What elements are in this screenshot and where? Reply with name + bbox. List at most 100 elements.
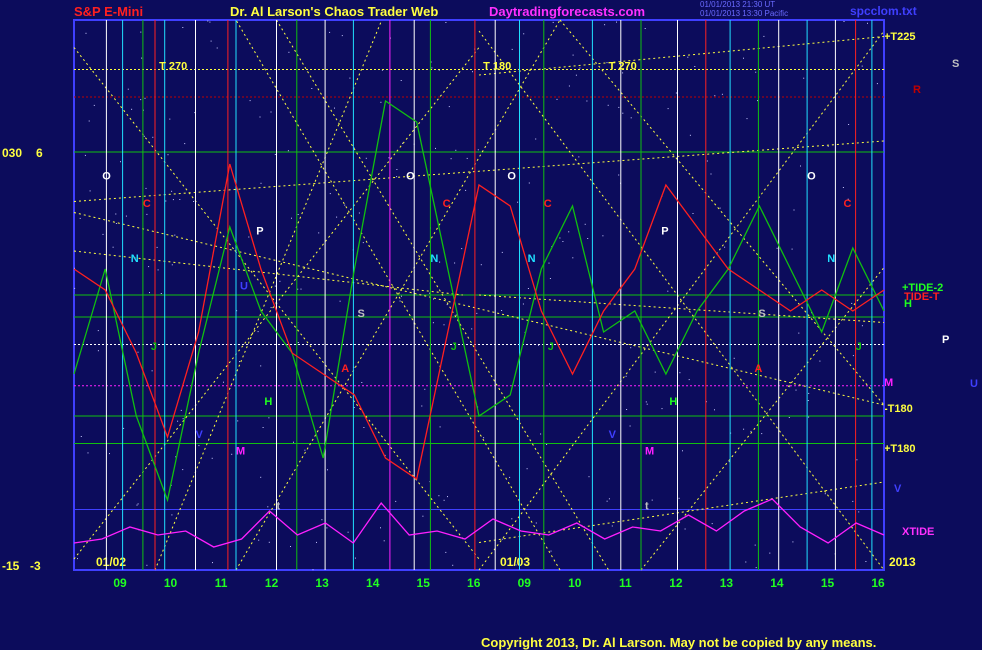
planet-glyph: P [256,226,263,238]
star-dot [861,325,863,327]
x-tick-label: 12 [669,576,683,590]
star-dot [433,298,434,300]
star-dot [750,430,752,432]
planet-glyph: A [341,363,349,375]
x-tick-labels: 09 10 11 12 13 14 15 16 09 10 11 12 13 14 15 16 [113,576,885,590]
star-dot [743,57,744,59]
star-dot [136,504,138,506]
star-dot [312,569,314,571]
x-tick-label: 15 [821,576,835,590]
star-dot [843,21,845,22]
star-dot [137,351,139,353]
star-dot [522,303,524,305]
star-dot [515,564,517,566]
planet-glyph: A [754,363,762,375]
star-dot [74,287,76,289]
star-dot [146,213,148,215]
x-tick-label: 11 [619,576,632,590]
star-dot [396,176,398,178]
star-dot [724,246,726,248]
star-dot [125,215,127,217]
star-dot [321,519,323,521]
x-tick-label: 09 [113,576,127,590]
star-dot [445,551,447,553]
star-dot [661,408,663,410]
star-dot [171,514,173,516]
star-dot [549,383,550,385]
planet-glyph: U [240,281,248,293]
planet-glyph: J [856,341,862,353]
star-dot [212,562,213,564]
star-dot [550,550,552,552]
x-tick-label: 10 [568,576,582,590]
star-dot [388,157,390,159]
star-dot [455,149,457,151]
planet-glyph: J [548,341,554,353]
star-dot [336,216,338,218]
star-dot [149,292,150,294]
star-dot [579,67,581,69]
star-dot [77,558,78,560]
star-dot [586,100,588,102]
star-dot [257,331,259,333]
star-dot [223,381,224,383]
star-dot [687,56,689,58]
star-dot [231,453,233,455]
star-dot [177,420,179,422]
x-tick-label: 14 [366,576,380,590]
star-dot [216,47,218,49]
x-tick-label: 13 [315,576,329,590]
star-dot [452,564,454,566]
star-dot [568,231,570,233]
planet-glyph: T 270 [159,61,187,73]
x-tick-label: 15 [417,576,431,590]
star-dot [174,234,176,236]
planet-glyph: T 180 [483,61,511,73]
star-dot [876,83,878,85]
star-dot [270,307,272,309]
planet-glyph: N [430,253,438,265]
star-dot [694,66,696,67]
star-dot [572,54,574,56]
star-dot [684,528,686,530]
star-dot [575,74,577,76]
star-dot [556,98,558,100]
star-dot [465,189,467,191]
planet-glyph: M [236,446,245,458]
star-dot [667,108,669,110]
planet-glyph: N [528,253,536,265]
star-dot [143,135,145,137]
star-dot [262,427,264,428]
star-dot [169,118,171,120]
star-dot [511,48,513,50]
star-dot [210,40,212,42]
star-dot [400,80,402,81]
star-dot [297,288,299,290]
planet-glyphs: T 270 T 180 T 270 O O O O C C C C N N N N P P S S H H M M A A V Vt… [102,61,861,513]
star-dot [618,174,620,176]
star-dot [630,347,632,349]
star-dot [549,278,551,279]
star-dot [483,437,485,439]
star-dot [248,236,250,238]
star-dot [526,468,528,470]
star-dot [274,285,276,287]
star-dot [329,31,331,33]
star-dot [511,518,513,520]
star-dot [327,469,328,471]
star-dot [682,450,683,452]
star-dot [861,65,863,67]
star-dot [288,51,290,53]
star-dot [769,552,771,554]
star-dot [341,35,343,37]
star-dot [172,199,174,201]
star-dot [179,199,181,200]
planet-glyph: S [758,308,765,320]
star-dot [431,67,433,69]
planet-glyph: J [451,341,457,353]
star-dot [326,527,328,529]
star-dot [274,154,276,155]
star-dot [279,280,281,282]
star-dot [848,124,850,125]
x-tick-label: 09 [518,576,532,590]
